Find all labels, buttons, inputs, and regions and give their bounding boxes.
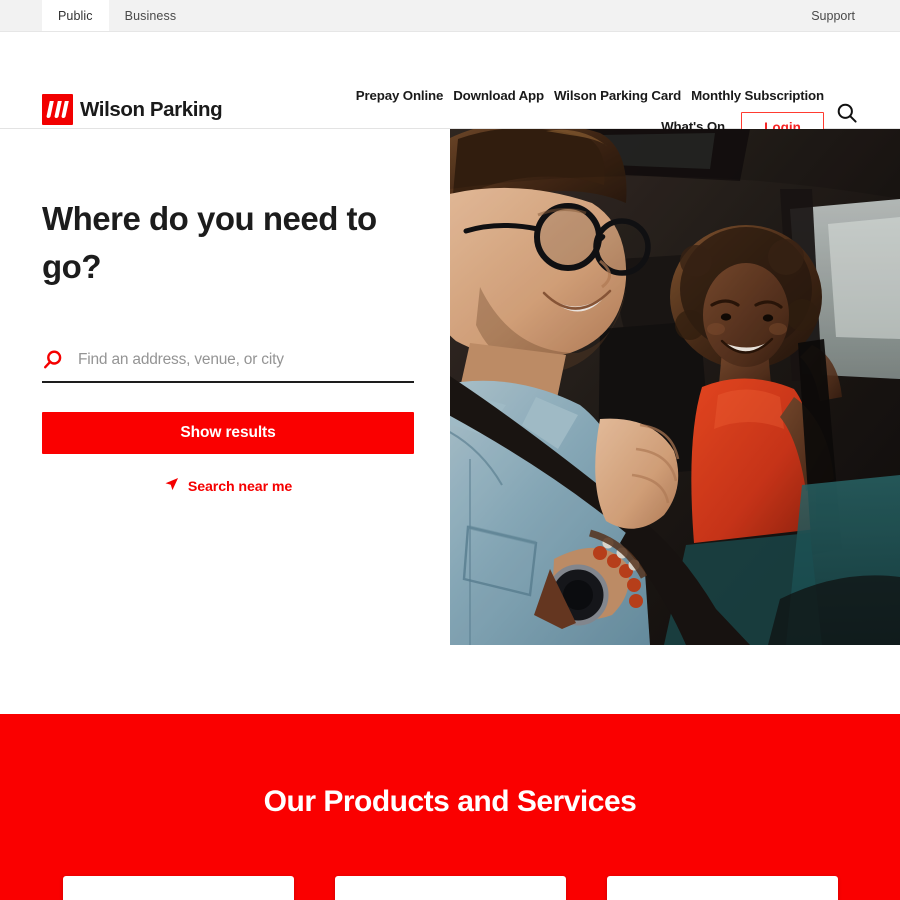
product-card[interactable] xyxy=(335,876,566,900)
search-icon[interactable] xyxy=(836,102,858,124)
nav-download-app[interactable]: Download App xyxy=(453,86,544,106)
audience-tabs: Public Business xyxy=(42,0,192,31)
support-link[interactable]: Support xyxy=(811,0,900,31)
products-section-title: Our Products and Services xyxy=(263,785,637,818)
products-section: Our Products and Services xyxy=(0,714,900,900)
product-card-list xyxy=(63,876,838,900)
top-utility-bar: Public Business Support xyxy=(0,0,900,32)
logo-wordmark: Wilson Parking xyxy=(80,97,223,121)
nav-wilson-parking-card[interactable]: Wilson Parking Card xyxy=(554,86,681,106)
product-card[interactable] xyxy=(63,876,294,900)
search-icon xyxy=(42,349,64,371)
show-results-button[interactable]: Show results xyxy=(42,412,414,454)
search-near-me-link[interactable]: Search near me xyxy=(42,477,414,496)
hero-photo xyxy=(450,129,900,645)
nav-monthly-subscription[interactable]: Monthly Subscription xyxy=(691,86,824,106)
navigation-arrow-icon xyxy=(164,477,179,496)
search-near-me-label: Search near me xyxy=(187,478,293,495)
tab-business-label: Business xyxy=(124,8,177,23)
hero-search-panel: Where do you need to go? Show results Se… xyxy=(42,195,414,496)
nav-prepay-online[interactable]: Prepay Online xyxy=(356,86,444,106)
site-header: Wilson Parking Prepay Online Download Ap… xyxy=(0,32,900,142)
wilson-w-mark-icon xyxy=(42,94,73,125)
tab-business[interactable]: Business xyxy=(109,0,193,31)
site-logo[interactable]: Wilson Parking xyxy=(42,94,223,125)
tab-public[interactable]: Public xyxy=(42,0,109,31)
product-card[interactable] xyxy=(607,876,838,900)
location-search-field[interactable] xyxy=(42,339,414,383)
nav-row-primary: Prepay Online Download App Wilson Parkin… xyxy=(304,86,824,106)
tab-public-label: Public xyxy=(58,8,93,23)
support-link-label: Support xyxy=(811,8,855,23)
hero-section: Where do you need to go? Show results Se… xyxy=(0,129,900,714)
page-title: Where do you need to go? xyxy=(42,200,377,285)
search-input[interactable] xyxy=(78,351,414,369)
